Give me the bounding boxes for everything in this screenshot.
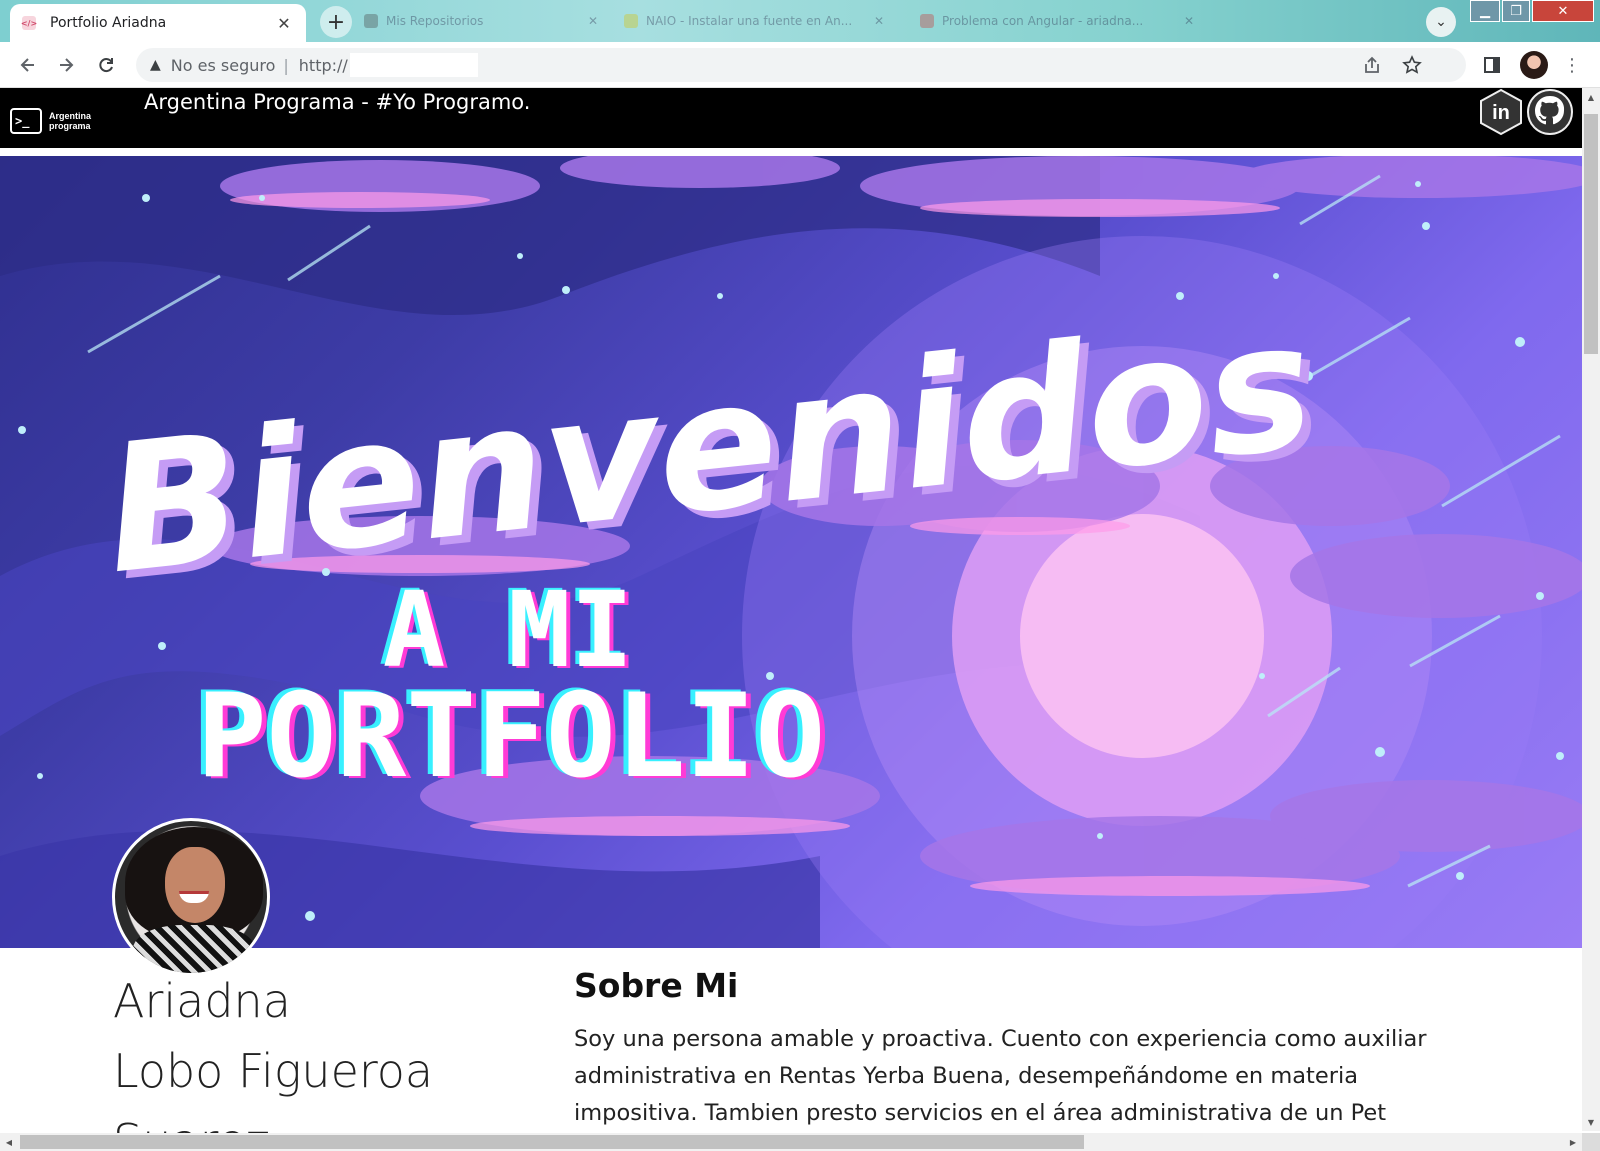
photo-face xyxy=(165,847,225,923)
linkedin-icon: in xyxy=(1480,88,1522,136)
side-panel-icon xyxy=(1484,57,1500,73)
browser-tabstrip: </> Portfolio Ariadna ✕ + Mis Repositori… xyxy=(0,0,1600,42)
logo-line1: Argentina xyxy=(49,111,92,121)
side-panel-button[interactable] xyxy=(1478,51,1506,79)
address-bar[interactable]: ▲ No es seguro | http:// xyxy=(136,48,1466,82)
tab-title: Problema con Angular - ariadna... xyxy=(942,14,1144,28)
vertical-scroll-thumb[interactable] xyxy=(1584,114,1598,354)
maximize-button[interactable]: ❐ xyxy=(1502,0,1530,22)
page-favicon-icon xyxy=(624,14,638,28)
new-tab-button[interactable]: + xyxy=(320,6,352,38)
linkedin-link[interactable]: in xyxy=(1478,88,1524,136)
url-redacted xyxy=(349,53,478,77)
browser-toolbar: ▲ No es seguro | http:// ⋮ xyxy=(0,42,1600,88)
reload-icon xyxy=(99,58,113,73)
scroll-left-arrow-icon[interactable]: ◀ xyxy=(0,1133,18,1151)
window-close-button[interactable]: ✕ xyxy=(1532,0,1594,22)
tab-search-button[interactable]: ⌄ xyxy=(1426,7,1456,37)
url-text: http:// xyxy=(298,55,348,75)
close-icon[interactable]: ✕ xyxy=(274,14,294,33)
about-text: Soy una persona amable y proactiva. Cuen… xyxy=(574,1026,1427,1126)
page-favicon-icon xyxy=(920,14,934,28)
share-icon xyxy=(1365,56,1379,73)
tab-title: Mis Repositorios xyxy=(386,14,484,28)
forward-button[interactable] xyxy=(52,51,80,79)
tab-title: Portfolio Ariadna xyxy=(50,15,167,31)
arrow-right-icon xyxy=(60,58,74,72)
close-icon[interactable]: ✕ xyxy=(588,14,598,28)
subline-portfolio: PORTFOLIO xyxy=(197,669,826,804)
horizontal-scrollbar[interactable]: ◀ ▶ xyxy=(0,1133,1582,1151)
profile-avatar-button[interactable] xyxy=(1520,51,1548,79)
tab-background[interactable]: Problema con Angular - ariadna... ✕ xyxy=(920,8,1194,34)
github-link[interactable] xyxy=(1526,88,1573,136)
security-label: No es seguro xyxy=(170,55,276,75)
scroll-up-arrow-icon[interactable]: ▲ xyxy=(1582,88,1600,106)
argentina-programa-logo[interactable]: >_ Argentina programa xyxy=(10,108,91,134)
name-line: Ariadna xyxy=(113,974,291,1028)
bookmark-button[interactable] xyxy=(1402,48,1422,82)
browser-menu-button[interactable]: ⋮ xyxy=(1558,51,1586,79)
tab-title: NAIO - Instalar una fuente en An... xyxy=(646,14,853,28)
horizontal-scroll-thumb[interactable] xyxy=(20,1135,1084,1149)
moon xyxy=(1020,514,1264,758)
name-line: Lobo Figueroa xyxy=(113,1044,434,1098)
tab-background[interactable]: Mis Repositorios ✕ xyxy=(364,8,598,34)
reload-button[interactable] xyxy=(92,51,120,79)
github-favicon-icon xyxy=(364,14,378,28)
about-title: Sobre Mi xyxy=(574,966,739,1005)
close-icon[interactable]: ✕ xyxy=(1184,14,1194,28)
hero-banner: Bienvenidos Bienvenidos A MI A MI A MI P… xyxy=(0,156,1582,948)
scroll-right-arrow-icon[interactable]: ▶ xyxy=(1564,1133,1582,1151)
scroll-down-arrow-icon[interactable]: ▼ xyxy=(1582,1113,1600,1131)
site-header: >_ Argentina programa Argentina Programa… xyxy=(0,88,1582,152)
arrow-left-icon xyxy=(20,58,34,72)
github-icon xyxy=(1527,89,1573,135)
tab-background[interactable]: NAIO - Instalar una fuente en An... ✕ xyxy=(624,8,884,34)
code-favicon-icon: </> xyxy=(21,16,37,30)
terminal-prompt-icon: >_ xyxy=(10,108,42,134)
space-illustration: Bienvenidos Bienvenidos A MI A MI A MI P… xyxy=(0,156,1582,948)
logo-line2: programa xyxy=(49,121,91,131)
minimize-button[interactable]: ▁ xyxy=(1470,0,1500,22)
linkedin-label: in xyxy=(1492,102,1510,124)
profile-name: Ariadna Lobo Figueroa Suarez xyxy=(113,966,433,1151)
close-icon[interactable]: ✕ xyxy=(874,14,884,28)
tab-portfolio[interactable]: </> Portfolio Ariadna ✕ xyxy=(10,4,306,42)
vertical-scrollbar[interactable]: ▲ ▼ xyxy=(1582,88,1600,1131)
kebab-menu-icon: ⋮ xyxy=(1563,54,1581,76)
star-icon xyxy=(1402,55,1422,74)
scrollbar-corner xyxy=(1582,1133,1600,1151)
omnibox-separator: | xyxy=(283,55,289,75)
back-button[interactable] xyxy=(14,51,42,79)
logo-text: Argentina programa xyxy=(49,111,91,131)
header-title: Argentina Programa - #Yo Programo. xyxy=(144,90,531,114)
warning-triangle-icon: ▲ xyxy=(150,57,161,73)
share-button[interactable] xyxy=(1362,48,1382,82)
profile-photo xyxy=(112,818,270,976)
